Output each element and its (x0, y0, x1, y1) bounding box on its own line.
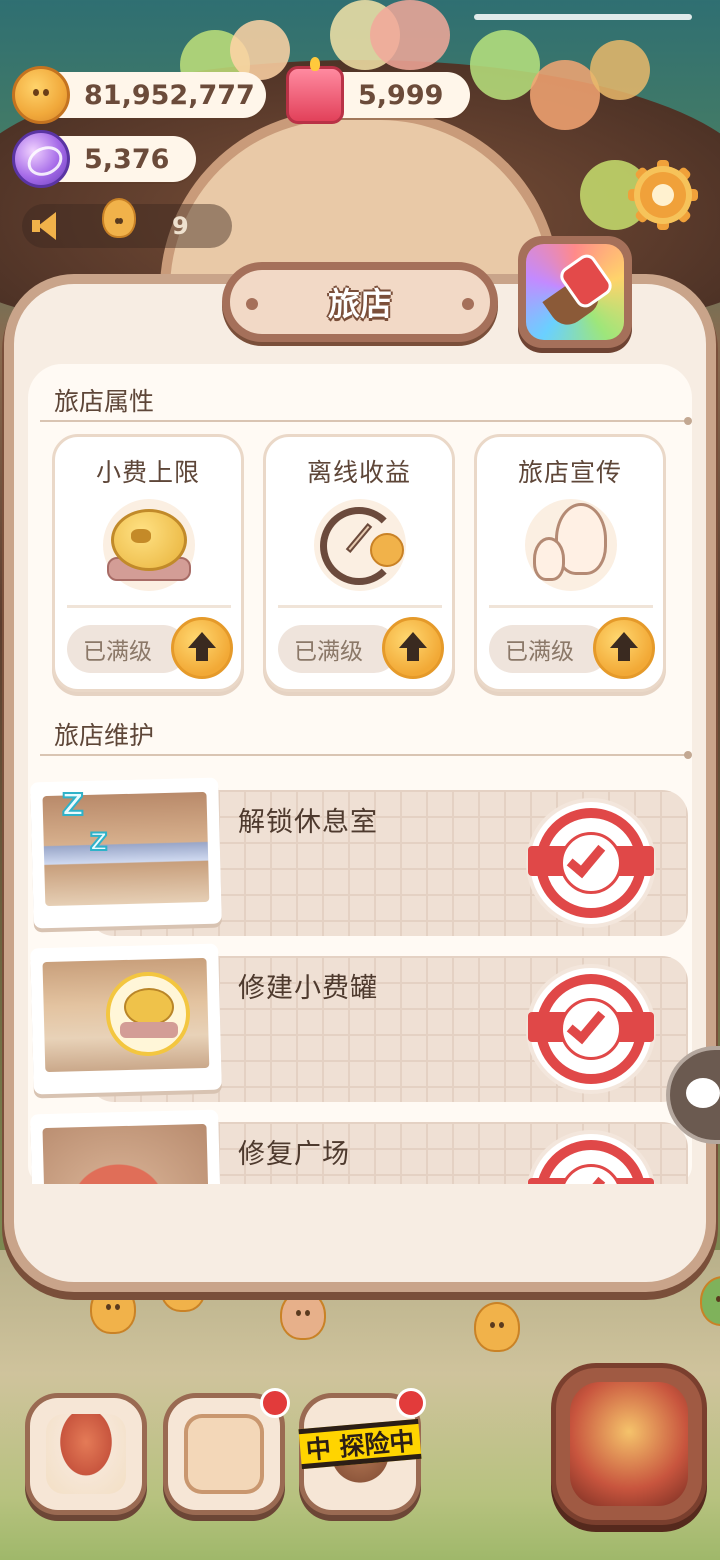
tip-jar-pig-icon (106, 972, 190, 1056)
notification-badge (396, 1388, 426, 1418)
maintenance-list[interactable]: Z Z 解锁休息室 修建小费罐 修复广场 (28, 776, 696, 1184)
gem-currency[interactable]: 5,376 (12, 130, 196, 188)
maint-row-lounge[interactable]: Z Z 解锁休息室 (28, 776, 696, 936)
completed-stamp-icon (528, 802, 654, 924)
maintenance-section-title: 旅店维护 (54, 721, 155, 750)
settings-button[interactable] (628, 160, 698, 230)
notebook-heart-icon (184, 1414, 264, 1494)
circus-event-button[interactable] (556, 1368, 702, 1520)
attr-status-label: 已满级 (489, 625, 609, 673)
mushroom-house-icon (46, 1414, 126, 1494)
attr-card-tip-limit[interactable]: 小费上限 已满级 (52, 434, 244, 692)
panel-title: 旅店 (327, 285, 392, 323)
attr-status-label: 已满级 (278, 625, 398, 673)
gem-amount: 5,376 (84, 143, 170, 175)
attr-card-title: 旅店宣传 (517, 458, 622, 487)
quest-book-button[interactable] (168, 1388, 290, 1510)
upgrade-arrow-icon[interactable] (382, 617, 444, 679)
offline-clock-icon (314, 499, 406, 591)
megaphone-icon (30, 212, 60, 240)
upgrade-arrow-icon[interactable] (593, 617, 655, 679)
gear-icon (634, 166, 692, 224)
attr-card-title: 离线收益 (306, 458, 411, 487)
paint-brush-icon (526, 244, 624, 340)
upgrade-arrow-icon[interactable] (171, 617, 233, 679)
tip-jar-pig-icon (103, 499, 195, 591)
circus-tent-icon (570, 1382, 688, 1506)
maint-item-label: 修复广场 (238, 1139, 350, 1170)
cookie-avatar-icon (102, 198, 136, 238)
maint-item-label: 修建小费罐 (238, 973, 378, 1004)
announcement-count: 9 (172, 212, 189, 240)
promotion-ghosts-icon (525, 499, 617, 591)
cookie-amount: 81,952,777 (84, 79, 255, 111)
cookie-currency[interactable]: 81,952,777 (12, 66, 266, 124)
candle-currency[interactable]: 5,999 (286, 57, 470, 124)
sleep-z-icon: Z (61, 787, 85, 824)
completed-stamp-icon (528, 968, 654, 1090)
decorate-brush-button[interactable] (518, 236, 632, 348)
crystal-gem-icon (12, 130, 70, 188)
maint-row-plaza[interactable]: 修复广场 (28, 1108, 696, 1184)
attr-card-offline-earnings[interactable]: 离线收益 已满级 (263, 434, 455, 692)
attr-card-title: 小费上限 (95, 458, 200, 487)
maint-item-label: 解锁休息室 (238, 807, 378, 838)
candle-icon (286, 57, 344, 124)
panel-title-plate: 旅店 (222, 262, 498, 342)
candle-amount: 5,999 (358, 79, 444, 111)
sleep-z-icon: Z (89, 827, 108, 857)
plaza-photo (30, 1109, 222, 1184)
attr-status-label: 已满级 (67, 625, 187, 673)
cookie-coin-icon (12, 66, 70, 124)
section-divider (40, 751, 692, 759)
attr-card-promotion[interactable]: 旅店宣传 已满级 (474, 434, 666, 692)
lounge-photo (30, 777, 222, 929)
status-bar-handle (474, 14, 692, 20)
home-button[interactable] (30, 1398, 142, 1510)
notification-badge (260, 1388, 290, 1418)
attributes-section-title: 旅店属性 (54, 387, 155, 416)
section-divider (40, 417, 692, 425)
maint-row-tip-jar[interactable]: 修建小费罐 (28, 942, 696, 1102)
